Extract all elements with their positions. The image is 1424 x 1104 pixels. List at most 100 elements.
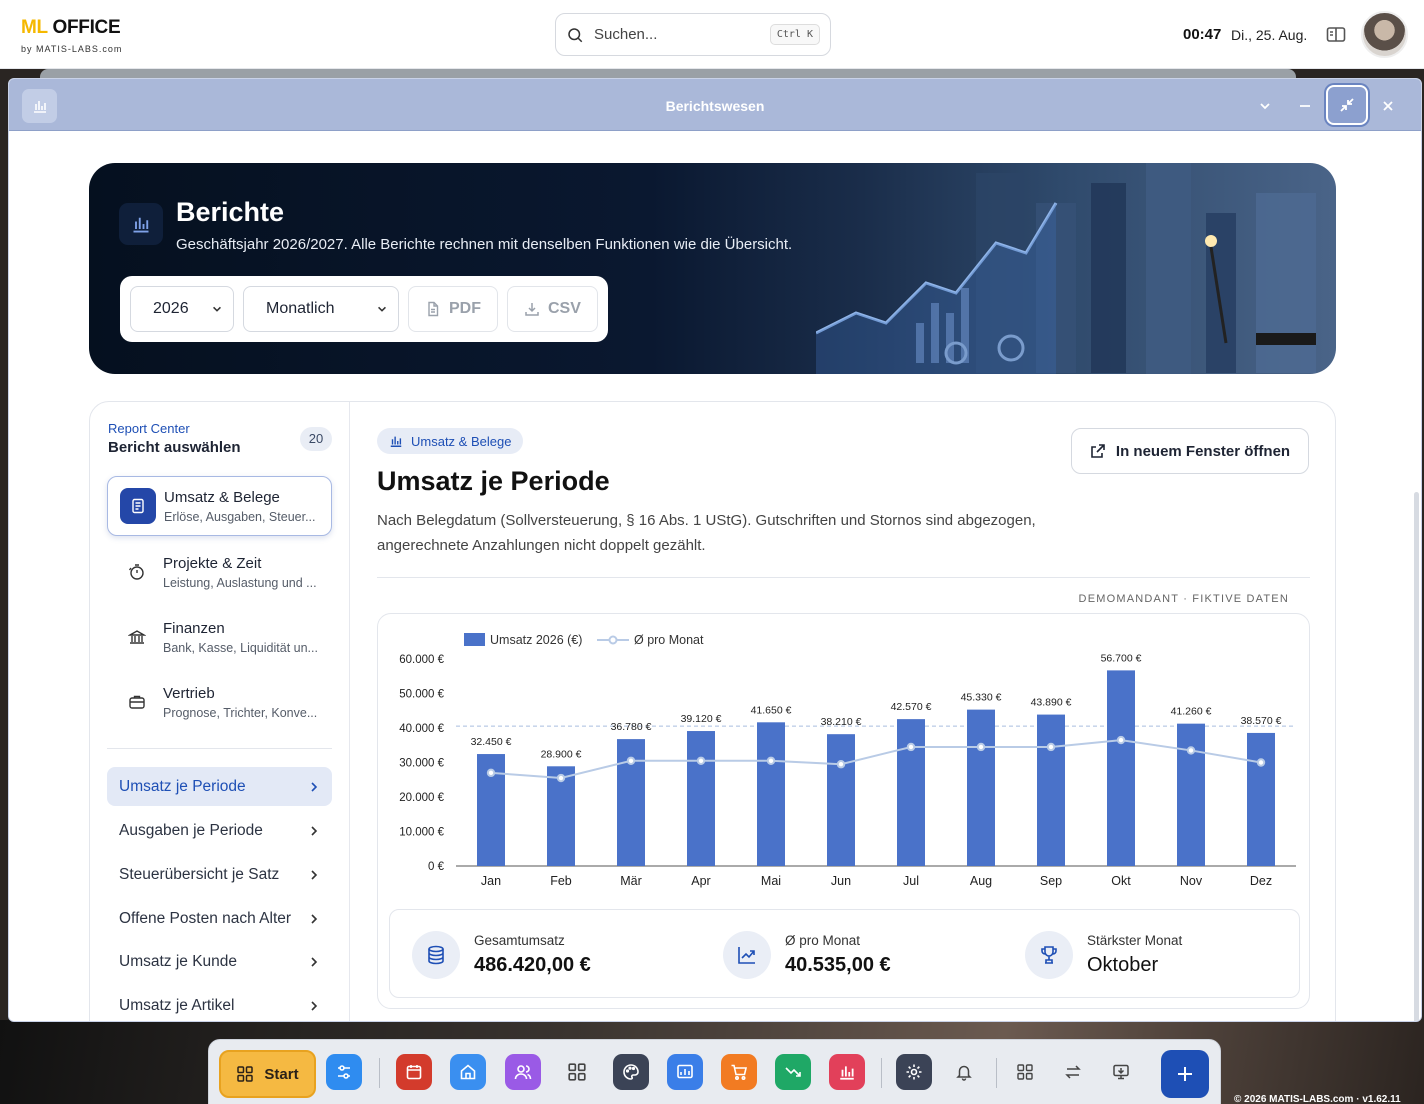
add-button[interactable]	[1161, 1050, 1209, 1098]
report-item-umsatz-je-kunde[interactable]: Umsatz je Kunde	[107, 942, 332, 981]
report-item-umsatz-je-periode[interactable]: Umsatz je Periode	[107, 767, 332, 806]
brand-logo[interactable]: ML OFFICE by MATIS-LABS.com	[21, 17, 122, 54]
document-icon	[428, 301, 439, 317]
chart-window-icon	[677, 1064, 693, 1079]
minimize-icon	[1300, 105, 1310, 107]
search-shortcut: Ctrl K	[769, 24, 820, 45]
swap-icon	[1065, 1065, 1081, 1079]
category-vertrieb[interactable]: Vertrieb Prognose, Trichter, Konve...	[107, 672, 332, 732]
dock-app-home[interactable]	[450, 1054, 486, 1090]
period-select[interactable]: Monatlich	[243, 286, 399, 332]
window-scrollbar[interactable]	[1414, 492, 1419, 1021]
report-label: Ausgaben je Periode	[119, 821, 263, 839]
bank-icon	[119, 619, 155, 655]
csv-export-button[interactable]: CSV	[507, 286, 598, 332]
stat-value: 486.420,00 €	[474, 954, 591, 976]
report-main: Umsatz & Belege In neuem Fenster öffnen …	[377, 402, 1335, 1021]
global-search[interactable]: Suchen... Ctrl K	[555, 13, 831, 56]
window-titlebar[interactable]: Berichtswesen	[9, 79, 1421, 131]
dock-switch[interactable]	[1055, 1054, 1091, 1090]
dock-app-reports-office[interactable]	[667, 1054, 703, 1090]
report-label: Offene Posten nach Alter	[119, 909, 292, 927]
category-umsatz-belege[interactable]: Umsatz & Belege Erlöse, Ausgaben, Steuer.…	[107, 476, 332, 536]
dock-app-settings[interactable]	[896, 1054, 932, 1090]
bar-okt	[1107, 670, 1135, 866]
x-tick-label: Sep	[1040, 874, 1062, 888]
dock-app-palette[interactable]	[613, 1054, 649, 1090]
average-point	[696, 756, 706, 765]
y-tick-label: 0 €	[428, 861, 445, 873]
report-item-umsatz-je-artikel[interactable]: Umsatz je Artikel	[107, 986, 332, 1021]
category-name: Finanzen	[163, 619, 225, 637]
dock-app-reports[interactable]	[829, 1054, 865, 1090]
dock-screen[interactable]	[1103, 1054, 1139, 1090]
cart-icon	[731, 1064, 748, 1081]
legend-marker-avg	[608, 635, 618, 645]
open-new-window-button[interactable]: In neuem Fenster öffnen	[1071, 428, 1309, 474]
y-tick-label: 30.000 €	[399, 758, 444, 770]
report-description: Nach Belegdatum (Sollversteuerung, § 16 …	[377, 512, 1036, 554]
category-desc: Leistung, Auslastung und ...	[163, 575, 317, 590]
dock-app-shop[interactable]	[721, 1054, 757, 1090]
category-projekte-zeit[interactable]: Projekte & Zeit Leistung, Auslastung und …	[107, 542, 332, 602]
dock-app-settings-toggle[interactable]	[326, 1054, 362, 1090]
report-item-steueruebersicht[interactable]: Steuerübersicht je Satz	[107, 855, 332, 894]
report-label: Umsatz je Periode	[119, 777, 246, 795]
report-label: Steuerübersicht je Satz	[119, 865, 280, 883]
pdf-label: PDF	[449, 300, 481, 317]
dock-separator	[379, 1058, 380, 1088]
sliders-icon	[338, 1065, 350, 1079]
chevron-right-icon	[311, 825, 318, 836]
revenue-chart: Umsatz 2026 (€) Ø pro Monat 0 € 10.000 € 20.…	[399, 633, 1296, 888]
dock-notifications[interactable]	[946, 1054, 982, 1090]
year-select[interactable]: 2026	[130, 286, 234, 332]
top-bar: ML OFFICE by MATIS-LABS.com Suchen... Ct…	[0, 0, 1424, 69]
dock-app-calendar[interactable]	[396, 1054, 432, 1090]
category-chip: Umsatz & Belege	[377, 428, 524, 454]
dock-app-grid[interactable]	[559, 1054, 595, 1090]
average-point	[906, 742, 916, 752]
bar-data-label: 28.900 €	[541, 748, 582, 760]
report-item-offene-posten[interactable]: Offene Posten nach Alter	[107, 899, 332, 938]
dock-app-contacts[interactable]	[505, 1054, 541, 1090]
grid-icon	[237, 1066, 254, 1082]
category-name: Projekte & Zeit	[163, 554, 262, 572]
dock-app-finance[interactable]	[775, 1054, 811, 1090]
start-button[interactable]: Start	[219, 1050, 316, 1098]
panel-toggle-icon[interactable]	[1326, 26, 1346, 44]
dock-separator	[996, 1058, 997, 1088]
bar-data-label: 38.210 €	[821, 716, 862, 728]
user-avatar[interactable]	[1361, 11, 1408, 58]
window-title: Berichtswesen	[665, 98, 765, 114]
y-tick-label: 20.000 €	[399, 792, 444, 804]
minimize-button[interactable]	[1286, 88, 1324, 124]
x-tick-label: Apr	[691, 874, 710, 888]
search-icon	[568, 27, 583, 42]
clock-time: 00:47	[1183, 26, 1222, 43]
bar-jun	[827, 734, 855, 866]
search-input[interactable]: Suchen...	[594, 26, 770, 43]
close-button[interactable]	[1369, 88, 1407, 124]
bell-icon	[956, 1065, 972, 1081]
report-center-title: Bericht auswählen	[108, 439, 241, 456]
start-label: Start	[264, 1065, 299, 1083]
bar-jul	[897, 719, 925, 866]
dock-workspaces[interactable]	[1007, 1054, 1043, 1090]
bar-aug	[967, 709, 995, 866]
legend-label-bar: Umsatz 2026 (€)	[490, 633, 582, 647]
hero-subtitle: Geschäftsjahr 2026/2027. Alle Berichte r…	[176, 236, 793, 253]
bar-sep	[1037, 714, 1065, 866]
pdf-export-button[interactable]: PDF	[408, 286, 498, 332]
restore-button[interactable]	[1326, 85, 1368, 125]
report-count-badge: 20	[300, 427, 332, 451]
window-menu-button[interactable]	[1246, 88, 1284, 124]
bar-data-label: 42.570 €	[891, 701, 932, 713]
x-tick-label: Jan	[481, 874, 501, 888]
average-point	[556, 773, 566, 783]
chevron-down-icon	[378, 306, 386, 312]
x-tick-label: Jul	[903, 874, 919, 888]
dock-separator	[881, 1058, 882, 1088]
category-finanzen[interactable]: Finanzen Bank, Kasse, Liquidität un...	[107, 607, 332, 667]
report-item-ausgaben-je-periode[interactable]: Ausgaben je Periode	[107, 811, 332, 850]
close-icon	[1383, 101, 1393, 111]
